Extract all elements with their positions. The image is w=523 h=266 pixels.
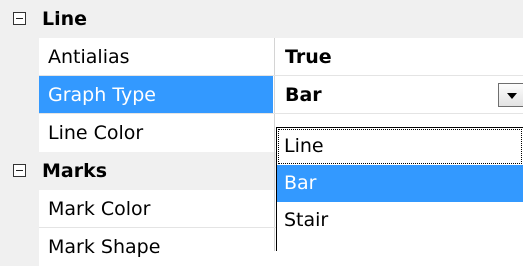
property-value[interactable]: True [276, 38, 523, 76]
category-marks[interactable]: Marks [0, 152, 276, 190]
category-label: Marks [42, 160, 108, 182]
category-line[interactable]: Line [0, 0, 523, 38]
property-row-graph-type[interactable]: Graph Type Bar [0, 76, 523, 114]
category-label: Line [42, 8, 88, 30]
property-name: Graph Type [39, 76, 273, 114]
dropdown-arrow-button[interactable] [498, 83, 523, 107]
row-gutter [0, 38, 39, 76]
dropdown-option-bar[interactable]: Bar [277, 165, 523, 202]
property-value-editor[interactable]: Bar [276, 76, 523, 114]
row-gutter [0, 114, 39, 152]
collapse-icon[interactable] [13, 12, 26, 25]
property-name: Mark Shape [48, 236, 161, 258]
property-name: Antialias [48, 46, 130, 68]
collapse-icon[interactable] [13, 164, 26, 177]
graph-type-dropdown-list[interactable]: Line Bar Stair [276, 127, 523, 251]
property-row-antialias[interactable]: Antialias True [0, 38, 523, 76]
row-divider [39, 113, 523, 114]
dropdown-option-line[interactable]: Line [277, 128, 523, 165]
row-gutter [0, 76, 39, 114]
property-name: Line Color [48, 122, 144, 144]
property-grid: Line Antialias True Graph Type Bar Line … [0, 0, 523, 266]
dropdown-option-stair[interactable]: Stair [277, 202, 523, 239]
property-name: Mark Color [48, 198, 151, 220]
column-divider[interactable] [274, 38, 275, 251]
row-gutter [0, 228, 39, 266]
row-divider [39, 75, 523, 76]
row-gutter [0, 190, 39, 228]
